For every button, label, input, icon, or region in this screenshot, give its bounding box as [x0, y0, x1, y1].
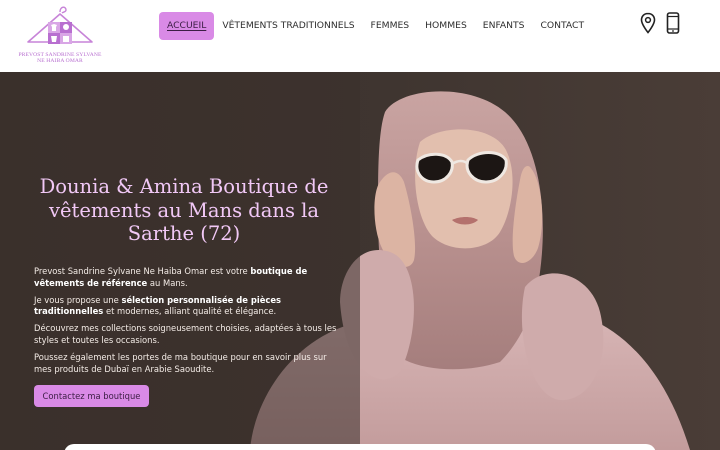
main-nav: ACCUEIL VÊTEMENTS TRADITIONNELS FEMMES H… — [159, 12, 592, 40]
hero-banner: Dounia & Amina Boutique de vêtements au … — [0, 72, 720, 450]
header-icons — [640, 12, 680, 39]
nav-contact[interactable]: CONTACT — [533, 12, 593, 40]
logo[interactable]: PREVOST SANDRINE SYLVANE NE HAIBA OMAR — [16, 2, 104, 68]
hero-title: Dounia & Amina Boutique de vêtements au … — [39, 175, 329, 245]
hero-paragraph-4: Poussez également les portes de ma bouti… — [34, 352, 340, 376]
map-pin-icon[interactable] — [640, 12, 656, 39]
hero-paragraph-1-end: au Mans. — [147, 277, 188, 288]
hero-paragraph-1-text: Prevost Sandrine Sylvane Ne Haiba Omar e… — [34, 266, 251, 276]
hero-paragraph-4-text: Poussez également les portes de ma bouti… — [34, 351, 327, 374]
site-header: PREVOST SANDRINE SYLVANE NE HAIBA OMAR A… — [0, 0, 720, 72]
hero-paragraph-2-text: Je vous propose une — [34, 294, 122, 305]
hero-paragraph-3-text: Découvrez mes collections soigneusement … — [34, 323, 337, 345]
hero-description: Prevost Sandrine Sylvane Ne Haiba Omar e… — [34, 266, 340, 380]
nav-enfants[interactable]: ENFANTS — [475, 12, 533, 40]
logo-line-2: NE HAIBA OMAR — [37, 58, 83, 64]
hero-paragraph-3: Découvrez mes collections soigneusement … — [34, 323, 340, 347]
nav-accueil[interactable]: ACCUEIL — [159, 12, 215, 40]
hero-paragraph-2-end: et modernes, alliant qualité et élégance… — [103, 306, 277, 317]
nav-hommes[interactable]: HOMMES — [417, 12, 475, 40]
nav-vetements-traditionnels[interactable]: VÊTEMENTS TRADITIONNELS — [214, 12, 362, 40]
hero-paragraph-2: Je vous propose une sélection personnali… — [34, 295, 340, 319]
nav-femmes[interactable]: FEMMES — [363, 12, 418, 40]
content-card-top — [64, 444, 656, 450]
hanger-logo-icon — [27, 6, 93, 44]
contact-shop-button[interactable]: Contactez ma boutique — [34, 385, 149, 407]
mobile-phone-icon[interactable] — [666, 12, 680, 39]
hero-paragraph-1: Prevost Sandrine Sylvane Ne Haiba Omar e… — [34, 266, 340, 290]
